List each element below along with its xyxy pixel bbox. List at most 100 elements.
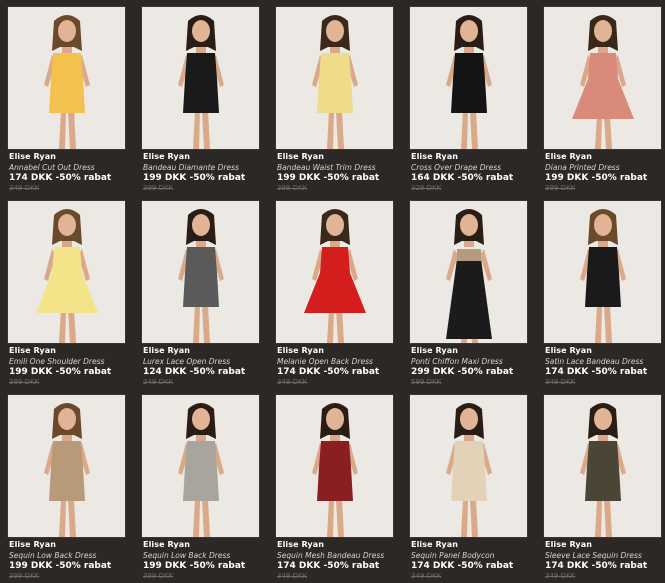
discount-label: -50% rabat	[189, 173, 246, 183]
product-image[interactable]	[141, 394, 260, 538]
discount-label: -50% rabat	[55, 173, 112, 183]
product-price: 199 DKK	[9, 561, 53, 571]
product-card[interactable]: Elise Ryan Sleeve Lace Sequin Dress 174 …	[541, 388, 662, 580]
product-image[interactable]	[7, 394, 126, 538]
product-brand[interactable]: Elise Ryan	[9, 346, 56, 355]
original-price: 399 DKK	[545, 184, 576, 192]
product-name[interactable]: Cross Over Drape Dress	[411, 163, 501, 172]
product-brand[interactable]: Elise Ryan	[143, 346, 190, 355]
product-brand[interactable]: Elise Ryan	[277, 540, 324, 549]
product-brand[interactable]: Elise Ryan	[277, 346, 324, 355]
product-image[interactable]	[141, 6, 260, 150]
product-price: 199 DKK	[143, 561, 187, 571]
discount-label: -50% rabat	[591, 173, 648, 183]
product-name[interactable]: Diana Printed Dress	[545, 163, 620, 172]
product-price-line: 199 DKK -50% rabat	[143, 173, 245, 183]
product-image[interactable]	[409, 394, 528, 538]
product-price-line: 199 DKK -50% rabat	[9, 561, 111, 571]
product-card[interactable]: Elise Ryan Melanie Open Back Dress 174 D…	[273, 194, 394, 386]
product-card[interactable]: Elise Ryan Emili One Shoulder Dress 199 …	[5, 194, 126, 386]
product-name[interactable]: Sequin Low Back Dress	[143, 551, 230, 560]
product-brand[interactable]: Elise Ryan	[143, 152, 190, 161]
product-name[interactable]: Lurex Lace Open Dress	[143, 357, 230, 366]
discount-label: -50% rabat	[189, 561, 246, 571]
product-image[interactable]	[7, 6, 126, 150]
product-name[interactable]: Annabel Cut Out Dress	[9, 163, 95, 172]
product-price: 299 DKK	[411, 367, 455, 377]
product-price: 174 DKK	[9, 173, 53, 183]
product-price-line: 174 DKK -50% rabat	[9, 173, 111, 183]
product-card[interactable]: Elise Ryan Ponti Chiffon Maxi Dress 299 …	[407, 194, 528, 386]
original-price: 349 DKK	[545, 572, 576, 580]
product-card[interactable]: Elise Ryan Diana Printed Dress 199 DKK -…	[541, 0, 662, 192]
product-price-line: 174 DKK -50% rabat	[545, 367, 647, 377]
discount-label: -50% rabat	[323, 173, 380, 183]
product-card[interactable]: Elise Ryan Sequin Low Back Dress 199 DKK…	[5, 388, 126, 580]
product-name[interactable]: Ponti Chiffon Maxi Dress	[411, 357, 503, 366]
discount-label: -50% rabat	[323, 367, 380, 377]
product-name[interactable]: Sleeve Lace Sequin Dress	[545, 551, 642, 560]
product-card[interactable]: Elise Ryan Annabel Cut Out Dress 174 DKK…	[5, 0, 126, 192]
product-image[interactable]	[275, 6, 394, 150]
product-card[interactable]: Elise Ryan Bandeau Waist Trim Dress 199 …	[273, 0, 394, 192]
product-card[interactable]: Elise Ryan Bandeau Diamante Dress 199 DK…	[139, 0, 260, 192]
product-image[interactable]	[409, 6, 528, 150]
product-image[interactable]	[543, 394, 662, 538]
product-name[interactable]: Satin Lace Bandeau Dress	[545, 357, 643, 366]
product-price-line: 199 DKK -50% rabat	[9, 367, 111, 377]
product-name[interactable]: Sequin Low Back Dress	[9, 551, 96, 560]
product-image[interactable]	[275, 394, 394, 538]
product-price: 199 DKK	[143, 173, 187, 183]
product-price-line: 174 DKK -50% rabat	[545, 561, 647, 571]
product-card[interactable]: Elise Ryan Sequin Low Back Dress 199 DKK…	[139, 388, 260, 580]
product-price: 199 DKK	[545, 173, 589, 183]
product-image[interactable]	[543, 200, 662, 344]
product-image[interactable]	[543, 6, 662, 150]
product-price: 124 DKK	[143, 367, 187, 377]
product-price: 174 DKK	[277, 367, 321, 377]
product-brand[interactable]: Elise Ryan	[9, 540, 56, 549]
product-card[interactable]: Elise Ryan Cross Over Drape Dress 164 DK…	[407, 0, 528, 192]
product-image[interactable]	[141, 200, 260, 344]
original-price: 399 DKK	[9, 378, 40, 386]
product-card[interactable]: Elise Ryan Satin Lace Bandeau Dress 174 …	[541, 194, 662, 386]
original-price: 599 DKK	[411, 378, 442, 386]
original-price: 349 DKK	[277, 378, 308, 386]
product-price-line: 199 DKK -50% rabat	[545, 173, 647, 183]
product-name[interactable]: Sequin Panel Bodycon	[411, 551, 494, 560]
product-brand[interactable]: Elise Ryan	[411, 346, 458, 355]
product-card[interactable]: Elise Ryan Sequin Panel Bodycon 174 DKK …	[407, 388, 528, 580]
product-price-line: 164 DKK -50% rabat	[411, 173, 513, 183]
product-price-line: 199 DKK -50% rabat	[143, 561, 245, 571]
product-brand[interactable]: Elise Ryan	[277, 152, 324, 161]
product-brand[interactable]: Elise Ryan	[411, 152, 458, 161]
product-image[interactable]	[409, 200, 528, 344]
discount-label: -50% rabat	[55, 367, 112, 377]
product-card[interactable]: Elise Ryan Sequin Mesh Bandeau Dress 174…	[273, 388, 394, 580]
product-brand[interactable]: Elise Ryan	[545, 346, 592, 355]
product-brand[interactable]: Elise Ryan	[9, 152, 56, 161]
product-grid: Elise Ryan Annabel Cut Out Dress 174 DKK…	[0, 0, 665, 583]
original-price: 249 DKK	[143, 378, 174, 386]
product-brand[interactable]: Elise Ryan	[411, 540, 458, 549]
discount-label: -50% rabat	[55, 561, 112, 571]
product-name[interactable]: Melanie Open Back Dress	[277, 357, 373, 366]
product-name[interactable]: Emili One Shoulder Dress	[9, 357, 104, 366]
product-name[interactable]: Bandeau Diamante Dress	[143, 163, 239, 172]
original-price: 349 DKK	[545, 378, 576, 386]
product-brand[interactable]: Elise Ryan	[545, 540, 592, 549]
product-card[interactable]: Elise Ryan Lurex Lace Open Dress 124 DKK…	[139, 194, 260, 386]
product-name[interactable]: Sequin Mesh Bandeau Dress	[277, 551, 384, 560]
product-brand[interactable]: Elise Ryan	[143, 540, 190, 549]
product-price: 199 DKK	[277, 173, 321, 183]
product-image[interactable]	[7, 200, 126, 344]
product-price-line: 299 DKK -50% rabat	[411, 367, 513, 377]
product-image[interactable]	[275, 200, 394, 344]
product-brand[interactable]: Elise Ryan	[545, 152, 592, 161]
product-name[interactable]: Bandeau Waist Trim Dress	[277, 163, 376, 172]
product-price: 174 DKK	[545, 561, 589, 571]
original-price: 399 DKK	[143, 572, 174, 580]
product-price-line: 124 DKK -50% rabat	[143, 367, 245, 377]
original-price: 349 DKK	[277, 572, 308, 580]
discount-label: -50% rabat	[189, 367, 246, 377]
